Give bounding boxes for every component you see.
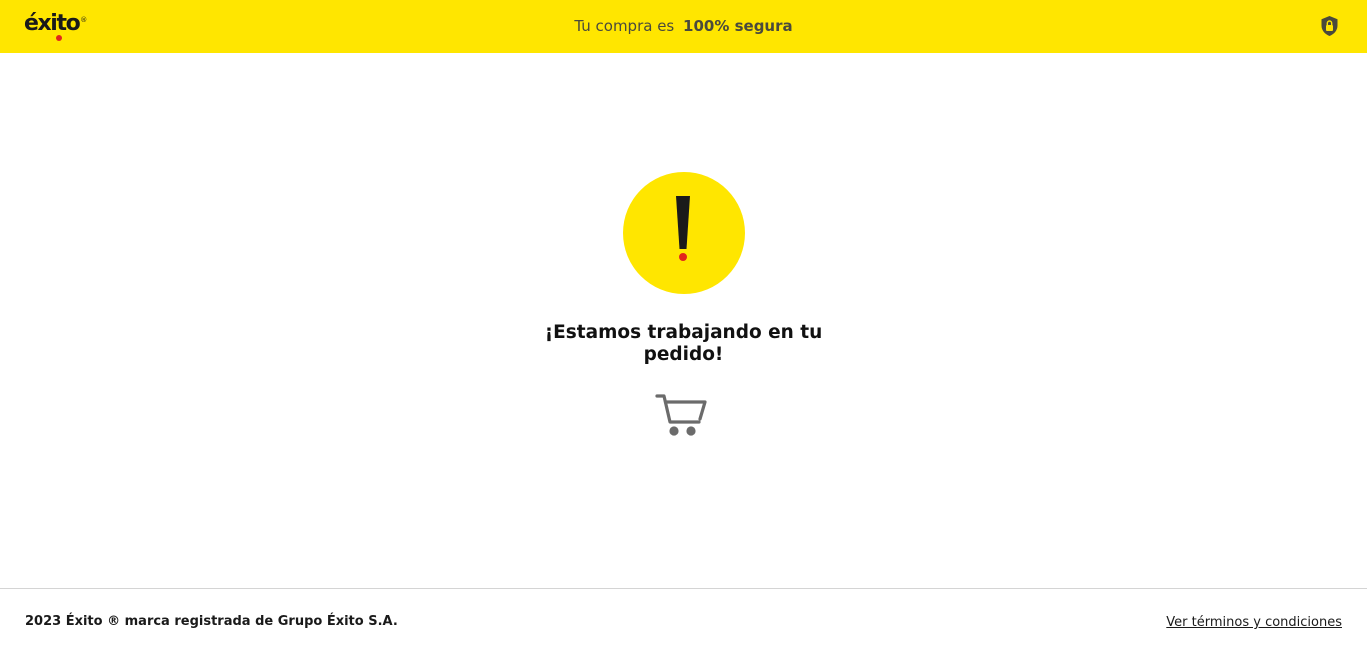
secure-purchase-message: Tu compra es 100% segura	[0, 0, 1367, 53]
shopping-cart-icon	[655, 394, 707, 436]
copyright-text: 2023 Éxito ® marca registrada de Grupo É…	[25, 614, 398, 629]
footer-divider	[0, 588, 1367, 589]
shield-lock-icon	[1321, 16, 1338, 36]
status-headline: ¡Estamos trabajando en tu pedido!	[544, 322, 823, 365]
top-bar: éxito ® Tu compra es 100% segura	[0, 0, 1367, 53]
exclamation-icon	[676, 196, 690, 261]
alert-badge	[623, 172, 745, 294]
secure-message-prefix: Tu compra es	[574, 17, 675, 35]
terms-link[interactable]: Ver términos y condiciones	[1166, 613, 1342, 633]
secure-message-strong: 100% segura	[683, 17, 793, 35]
